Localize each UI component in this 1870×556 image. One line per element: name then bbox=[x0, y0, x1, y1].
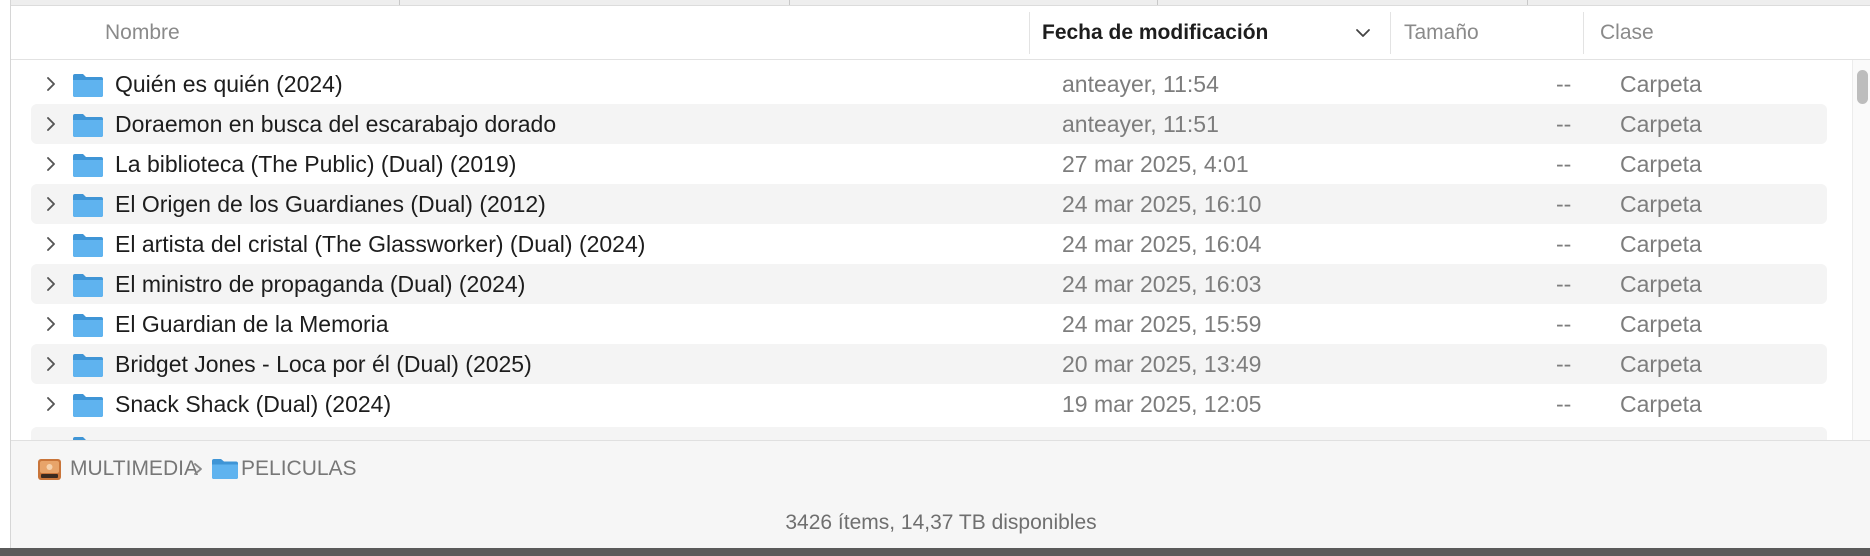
disclosure-chevron-icon[interactable] bbox=[45, 116, 57, 132]
column-header-date[interactable]: Fecha de modificación bbox=[1042, 6, 1268, 59]
disclosure-chevron-icon[interactable] bbox=[45, 316, 57, 332]
column-divider[interactable] bbox=[1029, 12, 1030, 54]
disclosure-chevron-icon[interactable] bbox=[45, 156, 57, 172]
item-kind: Carpeta bbox=[1620, 191, 1702, 217]
background-window-strip bbox=[0, 548, 1870, 556]
list-item[interactable]: Doraemon en busca del escarabajo dorado … bbox=[31, 104, 1827, 144]
breadcrumb-peliculas[interactable]: PELICULAS bbox=[241, 441, 357, 497]
tab-separator bbox=[789, 0, 790, 5]
disclosure-chevron-icon[interactable] bbox=[45, 276, 57, 292]
column-divider[interactable] bbox=[1390, 12, 1391, 54]
item-date: anteayer, 11:54 bbox=[1062, 71, 1219, 97]
disclosure-chevron-icon[interactable] bbox=[45, 196, 57, 212]
column-header-size[interactable]: Tamaño bbox=[1404, 6, 1479, 59]
item-size: -- bbox=[1556, 71, 1572, 97]
status-text: 3426 ítems, 14,37 TB disponibles bbox=[785, 511, 1097, 534]
chevron-down-icon[interactable] bbox=[1355, 28, 1371, 38]
item-kind: Carpeta bbox=[1620, 111, 1702, 137]
column-divider[interactable] bbox=[1583, 12, 1584, 54]
item-size: -- bbox=[1556, 151, 1572, 177]
item-kind: Carpeta bbox=[1620, 311, 1702, 337]
item-date: 24 mar 2025, 15:59 bbox=[1062, 311, 1262, 337]
folder-icon bbox=[73, 394, 103, 417]
list-item[interactable]: Bridget Jones - Loca por él (Dual) (2025… bbox=[31, 344, 1827, 384]
item-size: -- bbox=[1556, 351, 1572, 377]
column-header-name[interactable]: Nombre bbox=[105, 6, 180, 59]
item-date: 20 mar 2025, 13:49 bbox=[1062, 351, 1262, 377]
disclosure-chevron-icon[interactable] bbox=[45, 396, 57, 412]
item-date: 24 mar 2025, 16:10 bbox=[1062, 191, 1262, 217]
list-item[interactable]: Snack Shack (Dual) (2024) 19 mar 2025, 1… bbox=[31, 384, 1827, 424]
folder-icon bbox=[73, 114, 103, 137]
tab-separator bbox=[1157, 0, 1158, 5]
vertical-scrollbar[interactable] bbox=[1852, 60, 1870, 440]
list-item[interactable]: La biblioteca (The Public) (Dual) (2019)… bbox=[31, 144, 1827, 184]
column-header-bar: Nombre Fecha de modificación Tamaño Clas… bbox=[11, 6, 1870, 60]
folder-icon bbox=[73, 354, 103, 377]
breadcrumb-multimedia[interactable]: MULTIMEDIA bbox=[70, 441, 198, 497]
file-list: Quién es quién (2024) anteayer, 11:54 --… bbox=[11, 60, 1870, 440]
item-kind: Carpeta bbox=[1620, 151, 1702, 177]
status-bar: 3426 ítems, 14,37 TB disponibles bbox=[11, 497, 1870, 548]
list-item[interactable]: Quién es quién (2024) anteayer, 11:54 --… bbox=[31, 64, 1827, 104]
list-item-partial[interactable] bbox=[31, 427, 1827, 440]
item-name: El ministro de propaganda (Dual) (2024) bbox=[115, 271, 526, 297]
folder-icon bbox=[73, 314, 103, 337]
item-date: 24 mar 2025, 16:04 bbox=[1062, 231, 1262, 257]
item-name: Quién es quién (2024) bbox=[115, 71, 343, 97]
chevron-right-icon bbox=[194, 463, 202, 475]
tab-separator bbox=[1527, 0, 1528, 5]
scrollbar-thumb[interactable] bbox=[1857, 70, 1868, 104]
item-kind: Carpeta bbox=[1620, 351, 1702, 377]
item-name: Bridget Jones - Loca por él (Dual) (2025… bbox=[115, 351, 532, 377]
item-date: anteayer, 11:51 bbox=[1062, 111, 1219, 137]
item-kind: Carpeta bbox=[1620, 391, 1702, 417]
item-size: -- bbox=[1556, 231, 1572, 257]
item-name: Snack Shack (Dual) (2024) bbox=[115, 391, 392, 417]
item-size: -- bbox=[1556, 191, 1572, 217]
disclosure-chevron-icon[interactable] bbox=[45, 76, 57, 92]
item-size: -- bbox=[1556, 111, 1572, 137]
item-date: 19 mar 2025, 12:05 bbox=[1062, 391, 1262, 417]
item-size: -- bbox=[1556, 271, 1572, 297]
folder-icon bbox=[73, 234, 103, 257]
external-drive-icon[interactable] bbox=[37, 456, 62, 482]
item-name: El artista del cristal (The Glassworker)… bbox=[115, 231, 646, 257]
item-size: -- bbox=[1556, 311, 1572, 337]
disclosure-chevron-icon[interactable] bbox=[45, 236, 57, 252]
folder-icon bbox=[212, 459, 238, 479]
item-kind: Carpeta bbox=[1620, 71, 1702, 97]
item-date: 24 mar 2025, 16:03 bbox=[1062, 271, 1262, 297]
column-header-kind[interactable]: Clase bbox=[1600, 6, 1654, 59]
item-date: 27 mar 2025, 4:01 bbox=[1062, 151, 1249, 177]
list-item[interactable]: El ministro de propaganda (Dual) (2024) … bbox=[31, 264, 1827, 304]
list-item[interactable]: El Origen de los Guardianes (Dual) (2012… bbox=[31, 184, 1827, 224]
item-name: La biblioteca (The Public) (Dual) (2019) bbox=[115, 151, 517, 177]
item-kind: Carpeta bbox=[1620, 231, 1702, 257]
finder-window: Nombre Fecha de modificación Tamaño Clas… bbox=[10, 0, 1870, 548]
folder-icon bbox=[73, 74, 103, 97]
folder-icon bbox=[73, 274, 103, 297]
disclosure-chevron-icon[interactable] bbox=[45, 356, 57, 372]
folder-icon bbox=[73, 194, 103, 217]
item-name: El Origen de los Guardianes (Dual) (2012… bbox=[115, 191, 546, 217]
tab-separator bbox=[399, 0, 400, 5]
item-kind: Carpeta bbox=[1620, 271, 1702, 297]
list-item[interactable]: El artista del cristal (The Glassworker)… bbox=[31, 224, 1827, 264]
item-size: -- bbox=[1556, 391, 1572, 417]
item-name: El Guardian de la Memoria bbox=[115, 311, 389, 337]
path-bar: MULTIMEDIA PELICULAS bbox=[11, 440, 1870, 498]
folder-icon bbox=[73, 154, 103, 177]
item-name: Doraemon en busca del escarabajo dorado bbox=[115, 111, 557, 137]
list-item[interactable]: El Guardian de la Memoria 24 mar 2025, 1… bbox=[31, 304, 1827, 344]
